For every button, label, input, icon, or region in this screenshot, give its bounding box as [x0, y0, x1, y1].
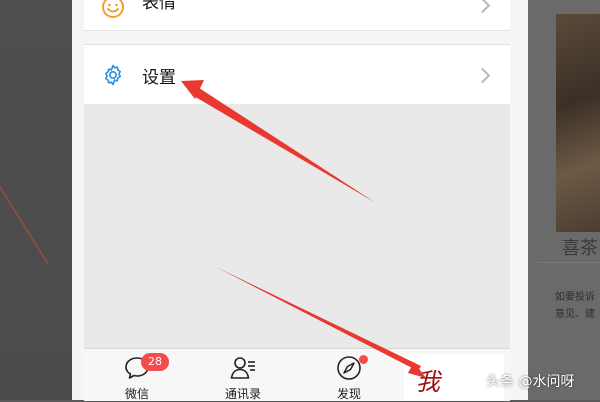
background-right: 喜茶 如要投诉 意见、建	[528, 0, 600, 400]
tab-discover-label: 发现	[336, 387, 361, 401]
chevron-right-icon	[474, 67, 491, 84]
menu-item-settings-label: 设置	[142, 68, 176, 88]
menu-item-settings[interactable]: 设置	[84, 44, 510, 106]
tab-contacts-label: 通讯录	[224, 387, 261, 401]
watermark: 头条 @水问呀	[486, 374, 575, 390]
tab-chat-label: 微信	[124, 387, 149, 401]
unread-count-badge: 28	[141, 353, 169, 371]
background-decoration	[0, 170, 50, 265]
background-text-line2: 意见、建	[555, 309, 595, 320]
tab-me-label: 我	[416, 368, 440, 396]
background-text-line1: 如要投诉	[555, 292, 595, 303]
empty-content-area	[84, 104, 510, 348]
background-image	[556, 14, 600, 232]
gear-icon	[100, 62, 126, 88]
background-divider	[538, 262, 600, 263]
chevron-right-icon	[474, 0, 491, 14]
me-page-panel: 表情 设置 28 微信 通讯录 发现	[72, 0, 528, 401]
tab-chat[interactable]: 28 微信	[97, 349, 177, 401]
tab-discover[interactable]: 发现	[309, 349, 389, 401]
background-caption: 喜茶	[562, 238, 598, 259]
menu-item-emoji[interactable]: 表情	[84, 0, 510, 31]
background-left	[0, 0, 72, 400]
smiley-face-icon	[100, 0, 126, 20]
tab-contacts[interactable]: 通讯录	[203, 349, 283, 401]
menu-item-emoji-label: 表情	[142, 0, 176, 13]
contacts-icon	[229, 355, 257, 381]
new-content-dot	[359, 355, 368, 364]
